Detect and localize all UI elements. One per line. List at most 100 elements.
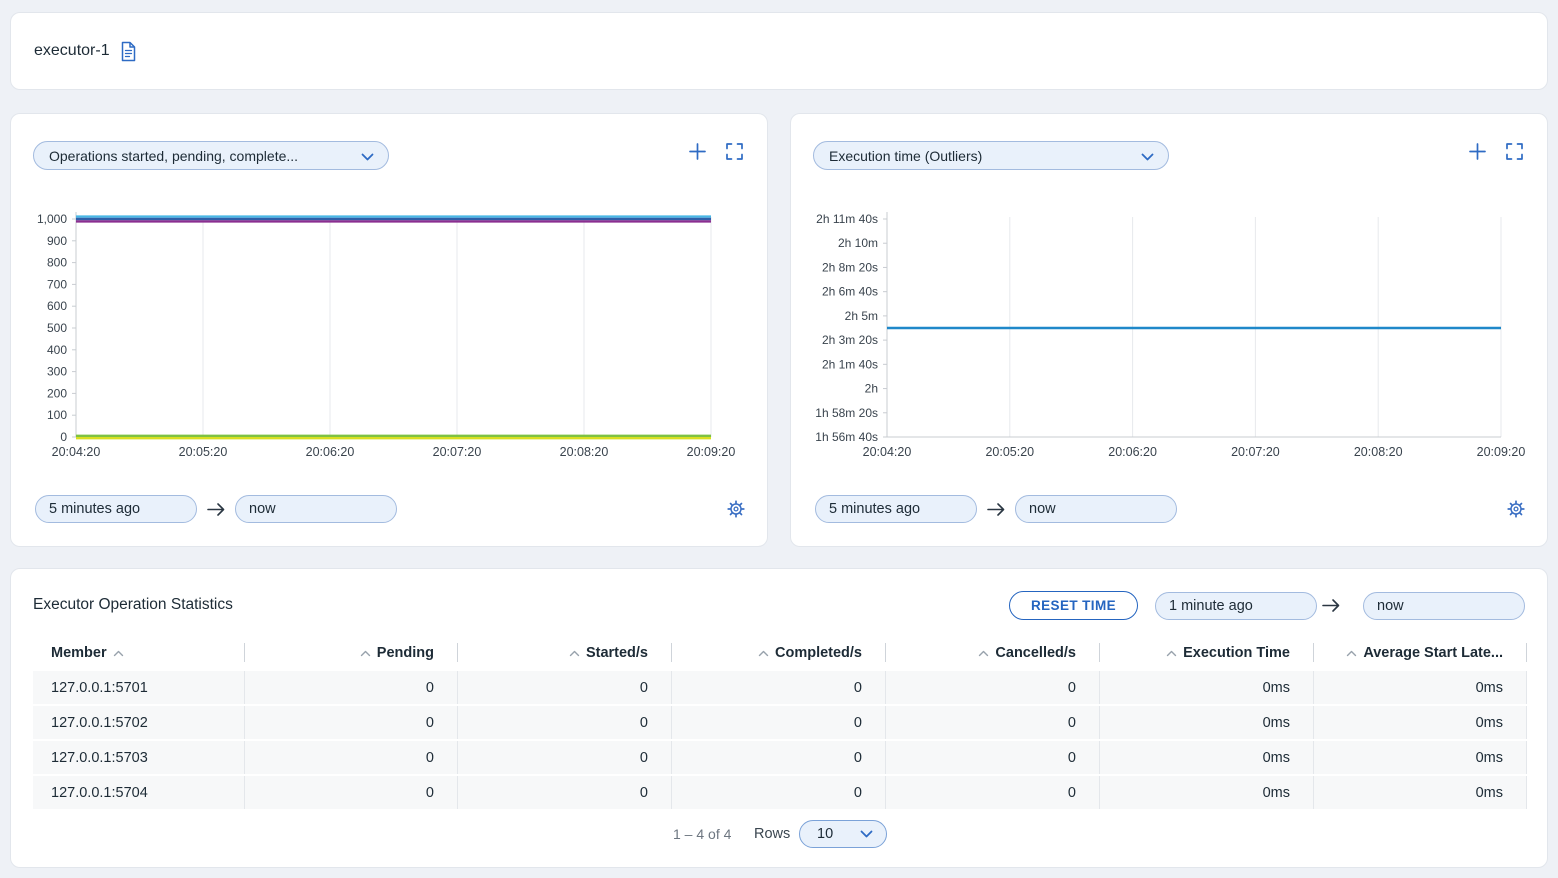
value-cell: 0 xyxy=(672,776,886,809)
chevron-down-icon xyxy=(860,826,873,842)
svg-text:300: 300 xyxy=(47,365,67,379)
page-title: executor-1 xyxy=(34,42,110,60)
column-header-sort[interactable]: Execution Time xyxy=(1100,639,1314,667)
metric-selector[interactable]: Execution time (Outliers) xyxy=(813,141,1169,170)
stats-time-from-value: 1 minute ago xyxy=(1169,598,1253,614)
svg-text:2h 11m 40s: 2h 11m 40s xyxy=(816,212,878,226)
column-header-sort[interactable]: Pending xyxy=(245,639,458,667)
stats-time-to-input[interactable]: now xyxy=(1363,592,1525,620)
reset-time-button[interactable]: RESET TIME xyxy=(1009,591,1138,620)
chevron-down-icon xyxy=(361,148,374,164)
header-card: executor-1 xyxy=(10,12,1548,90)
table-body: 127.0.0.1:570100000ms0ms127.0.0.1:570200… xyxy=(33,671,1527,809)
fullscreen-icon[interactable] xyxy=(1506,143,1523,160)
table-header-row: MemberPending Started/s Completed/s Cancell… xyxy=(33,639,1527,667)
column-header-sort[interactable]: Completed/s xyxy=(672,639,886,667)
value-cell: 0 xyxy=(886,671,1100,704)
time-from-input[interactable]: 5 minutes ago xyxy=(35,495,197,523)
svg-text:20:08:20: 20:08:20 xyxy=(1354,445,1403,459)
value-cell: 0 xyxy=(245,776,458,809)
column-header-label: Cancelled/s xyxy=(995,645,1076,661)
add-chart-icon[interactable] xyxy=(1469,143,1486,160)
svg-text:200: 200 xyxy=(47,386,67,400)
svg-text:2h 3m 20s: 2h 3m 20s xyxy=(822,333,878,347)
value-cell: 0 xyxy=(245,741,458,774)
value-cell: 0ms xyxy=(1314,671,1527,704)
column-header-sort[interactable]: Member xyxy=(33,639,245,667)
sort-caret-icon xyxy=(978,650,989,657)
svg-text:2h 10m: 2h 10m xyxy=(838,236,878,250)
time-from-value: 5 minutes ago xyxy=(49,501,140,517)
chevron-down-icon xyxy=(1141,148,1154,164)
value-cell: 0 xyxy=(886,741,1100,774)
value-cell: 0 xyxy=(245,671,458,704)
value-cell: 0 xyxy=(458,671,672,704)
value-cell: 0 xyxy=(245,706,458,739)
value-cell: 0ms xyxy=(1314,776,1527,809)
value-cell: 0 xyxy=(886,706,1100,739)
svg-text:1,000: 1,000 xyxy=(37,212,67,226)
time-from-input[interactable]: 5 minutes ago xyxy=(815,495,977,523)
sort-caret-icon xyxy=(113,650,124,657)
page-range-label: 1 – 4 of 4 xyxy=(673,826,731,842)
sort-caret-icon xyxy=(1346,650,1357,657)
rows-per-page-select[interactable]: 10 xyxy=(799,820,887,848)
column-header-sort[interactable]: Cancelled/s xyxy=(886,639,1100,667)
time-to-input[interactable]: now xyxy=(1015,495,1177,523)
sort-caret-icon xyxy=(758,650,769,657)
value-cell: 0ms xyxy=(1100,776,1314,809)
svg-text:20:06:20: 20:06:20 xyxy=(306,445,355,459)
svg-text:2h 5m: 2h 5m xyxy=(845,309,878,323)
svg-text:1h 56m 40s: 1h 56m 40s xyxy=(815,430,878,444)
member-cell: 127.0.0.1:5704 xyxy=(33,776,245,809)
svg-text:20:04:20: 20:04:20 xyxy=(863,445,912,459)
line-chart-execution-time[interactable]: 1h 56m 40s1h 58m 20s2h2h 1m 40s2h 3m 20s… xyxy=(791,204,1549,466)
value-cell: 0ms xyxy=(1100,706,1314,739)
value-cell: 0 xyxy=(458,741,672,774)
value-cell: 0 xyxy=(458,776,672,809)
chart-panel-operations: Operations started, pending, complete...… xyxy=(10,113,768,547)
add-chart-icon[interactable] xyxy=(689,143,706,160)
column-header-sort[interactable]: Average Start Late... xyxy=(1314,639,1527,667)
svg-text:0: 0 xyxy=(60,430,67,444)
executor-statistics-panel: Executor Operation Statistics RESET TIME… xyxy=(10,568,1548,868)
svg-text:600: 600 xyxy=(47,299,67,313)
value-cell: 0ms xyxy=(1314,741,1527,774)
line-chart-operations[interactable]: 01002003004005006007008009001,00020:04:2… xyxy=(11,204,769,466)
column-header-label: Started/s xyxy=(586,645,648,661)
sort-caret-icon xyxy=(360,650,371,657)
fullscreen-icon[interactable] xyxy=(726,143,743,160)
rows-per-page-label: Rows xyxy=(754,826,790,842)
svg-text:1h 58m 20s: 1h 58m 20s xyxy=(815,406,878,420)
sort-caret-icon xyxy=(1166,650,1177,657)
column-header-label: Execution Time xyxy=(1183,645,1290,661)
stats-time-from-input[interactable]: 1 minute ago xyxy=(1155,592,1317,620)
svg-text:400: 400 xyxy=(47,343,67,357)
svg-text:20:06:20: 20:06:20 xyxy=(1108,445,1157,459)
gear-icon[interactable] xyxy=(727,500,745,518)
svg-text:2h 1m 40s: 2h 1m 40s xyxy=(822,357,878,371)
sort-caret-icon xyxy=(569,650,580,657)
time-to-value: now xyxy=(1029,501,1056,517)
metric-selector[interactable]: Operations started, pending, complete... xyxy=(33,141,389,170)
arrow-right-icon xyxy=(197,502,235,517)
table-row: 127.0.0.1:570400000ms0ms xyxy=(33,776,1527,809)
svg-text:800: 800 xyxy=(47,256,67,270)
time-to-input[interactable]: now xyxy=(235,495,397,523)
table-row: 127.0.0.1:570200000ms0ms xyxy=(33,706,1527,739)
value-cell: 0ms xyxy=(1100,671,1314,704)
statistics-table: MemberPending Started/s Completed/s Cancell… xyxy=(33,639,1527,811)
svg-text:20:09:20: 20:09:20 xyxy=(1477,445,1526,459)
document-icon[interactable] xyxy=(120,41,137,62)
svg-text:2h 6m 40s: 2h 6m 40s xyxy=(822,285,878,299)
column-header-sort[interactable]: Started/s xyxy=(458,639,672,667)
gear-icon[interactable] xyxy=(1507,500,1525,518)
chart-panel-execution-time: Execution time (Outliers) 1h 56m 40s 1h 5… xyxy=(790,113,1548,547)
metric-selector-value: Operations started, pending, complete... xyxy=(49,148,298,164)
value-cell: 0 xyxy=(672,671,886,704)
time-to-value: now xyxy=(249,501,276,517)
svg-text:2h 8m 20s: 2h 8m 20s xyxy=(822,260,878,274)
arrow-right-icon xyxy=(1317,598,1346,613)
time-from-value: 5 minutes ago xyxy=(829,501,920,517)
column-header-label: Completed/s xyxy=(775,645,862,661)
